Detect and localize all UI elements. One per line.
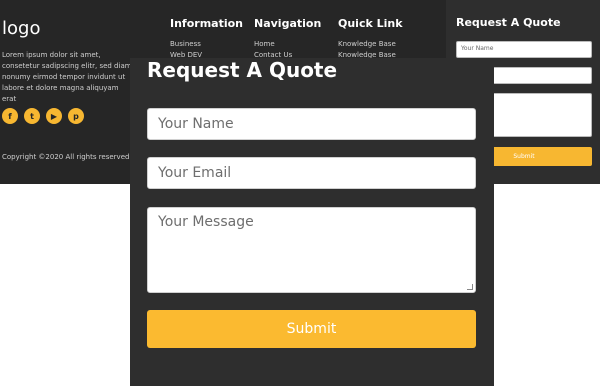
column-title: Information xyxy=(170,17,243,30)
submit-button[interactable]: Submit xyxy=(147,310,476,348)
column-title: Navigation xyxy=(254,17,322,30)
footer-link[interactable]: Home xyxy=(254,39,321,50)
twitter-icon[interactable]: t xyxy=(24,108,40,124)
social-links: f t ▶ p xyxy=(2,108,84,124)
mini-form-title: Request A Quote xyxy=(456,16,561,29)
name-input[interactable]: Your Name xyxy=(147,108,476,140)
request-quote-modal: Request A Quote Your Name Your Email You… xyxy=(130,58,494,386)
pinterest-icon[interactable]: p xyxy=(68,108,84,124)
copyright-text: Copyright ©2020 All rights reserved | Bl xyxy=(2,153,144,161)
column-title: Quick Link xyxy=(338,17,403,30)
resize-handle-icon[interactable] xyxy=(467,284,473,290)
name-placeholder: Your Name xyxy=(158,116,234,132)
footer-column-quick-link: Quick Link Knowledge Base Knowledge Base xyxy=(338,17,403,61)
mini-name-input[interactable]: Your Name xyxy=(456,41,592,58)
message-textarea[interactable]: Your Message xyxy=(147,207,476,293)
facebook-icon[interactable]: f xyxy=(2,108,18,124)
email-placeholder: Your Email xyxy=(158,165,232,181)
footer-about-text: Lorem ipsum dolor sit amet, consetetur s… xyxy=(2,51,132,103)
email-input[interactable]: Your Email xyxy=(147,157,476,189)
modal-title: Request A Quote xyxy=(147,58,338,82)
youtube-icon[interactable]: ▶ xyxy=(46,108,62,124)
message-placeholder: Your Message xyxy=(158,214,254,230)
footer-link[interactable]: Knowledge Base xyxy=(338,39,403,50)
footer-column-information: Information Business Web DEV xyxy=(170,17,243,61)
footer-link[interactable]: Business xyxy=(170,39,243,50)
footer-column-navigation: Navigation Home Contact Us xyxy=(254,17,321,61)
logo[interactable]: logo xyxy=(2,18,40,39)
